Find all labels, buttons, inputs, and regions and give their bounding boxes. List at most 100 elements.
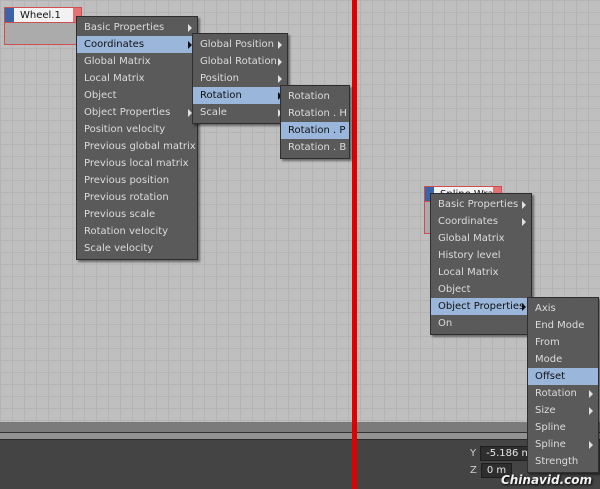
menu-item-rotation-h[interactable]: Rotation . H [281, 105, 349, 122]
menu-item-spline[interactable]: Spline [528, 436, 598, 453]
menu-item-label: Coordinates [438, 216, 499, 227]
menu-item-end-mode[interactable]: End Mode [528, 317, 598, 334]
menu-item-previous-global-matrix[interactable]: Previous global matrix [77, 138, 197, 155]
menu-item-label: Local Matrix [84, 73, 145, 84]
menu-item-from[interactable]: From [528, 334, 598, 351]
menu-item-label: Previous rotation [84, 192, 169, 203]
menu-item-position[interactable]: Position [193, 70, 287, 87]
menu-item-label: Strength [535, 456, 579, 467]
menu-item-scale[interactable]: Scale [193, 104, 287, 121]
menu-item-label: Previous global matrix [84, 141, 196, 152]
menu-item-rotation[interactable]: Rotation [528, 385, 598, 402]
menu-item-label: Global Rotation [200, 56, 277, 67]
menu-item-label: Previous position [84, 175, 170, 186]
menu-item-label: Rotation [288, 91, 330, 102]
menu-item-previous-rotation[interactable]: Previous rotation [77, 189, 197, 206]
menu-item-label: Global Matrix [438, 233, 505, 244]
submenu-arrow-icon [188, 24, 192, 32]
menu-item-global-matrix[interactable]: Global Matrix [431, 230, 531, 247]
submenu-arrow-icon [589, 441, 593, 449]
menu-item-global-position[interactable]: Global Position [193, 36, 287, 53]
menu-item-rotation[interactable]: Rotation [281, 88, 349, 105]
menu-item-rotation[interactable]: Rotation [193, 87, 287, 104]
menu-item-label: On [438, 318, 453, 329]
wheel-node-title: Wheel.1 [20, 9, 61, 21]
menu-item-label: Basic Properties [438, 199, 519, 210]
menu-item-on[interactable]: On [431, 315, 531, 332]
menu-item-object-properties[interactable]: Object Properties [431, 298, 531, 315]
menu-item-basic-properties[interactable]: Basic Properties [431, 196, 531, 213]
menu-item-history-level[interactable]: History level [431, 247, 531, 264]
menu-item-coordinates[interactable]: Coordinates [431, 213, 531, 230]
menu-item-label: Offset [535, 371, 566, 382]
menu-item-scale-velocity[interactable]: Scale velocity [77, 240, 197, 257]
submenu-arrow-icon [522, 303, 526, 311]
menu-item-label: Position [200, 73, 239, 84]
menu-item-global-matrix[interactable]: Global Matrix [77, 53, 197, 70]
menu-item-previous-local-matrix[interactable]: Previous local matrix [77, 155, 197, 172]
coordinates-submenu: Global Position Global Rotation Position Ro… [192, 33, 288, 124]
menu-item-rotation-b[interactable]: Rotation . B [281, 139, 349, 156]
menu-item-object[interactable]: Object [431, 281, 531, 298]
menu-item-label: Basic Properties [84, 22, 165, 33]
wheel-node-header[interactable]: Wheel.1 [5, 8, 81, 23]
menu-item-label: Previous local matrix [84, 158, 189, 169]
menu-item-coordinates[interactable]: Coordinates [77, 36, 197, 53]
menu-item-label: Rotation [535, 388, 577, 399]
menu-item-rotation-velocity[interactable]: Rotation velocity [77, 223, 197, 240]
menu-item-spline[interactable]: Spline [528, 419, 598, 436]
menu-item-label: Size [535, 405, 556, 416]
menu-item-label: Spline [535, 422, 566, 433]
z-axis-label: Z [470, 465, 477, 476]
submenu-arrow-icon [522, 201, 526, 209]
context-menu-spline-wrap: Basic Properties Coordinates Global Matrix… [430, 193, 532, 335]
menu-item-label: Axis [535, 303, 556, 314]
menu-item-label: End Mode [535, 320, 585, 331]
menu-item-position-velocity[interactable]: Position velocity [77, 121, 197, 138]
menu-item-local-matrix[interactable]: Local Matrix [431, 264, 531, 281]
menu-item-label: History level [438, 250, 501, 261]
timeline-scrollbar[interactable] [0, 433, 600, 440]
menu-item-label: Rotation . H [288, 108, 347, 119]
menu-item-label: Rotation velocity [84, 226, 169, 237]
menu-item-label: Local Matrix [438, 267, 499, 278]
timeline-bar[interactable] [0, 422, 600, 433]
menu-item-previous-scale[interactable]: Previous scale [77, 206, 197, 223]
rotation-submenu: Rotation Rotation . H Rotation . P Rotation… [280, 85, 350, 159]
menu-item-label: Object Properties [438, 301, 525, 312]
menu-item-object-properties[interactable]: Object Properties [77, 104, 197, 121]
submenu-arrow-icon [589, 407, 593, 415]
context-menu-main: Basic Properties Coordinates Global Matrix… [76, 16, 198, 260]
menu-item-label: Object [84, 90, 117, 101]
submenu-arrow-icon [522, 218, 526, 226]
menu-item-rotation-p[interactable]: Rotation . P [281, 122, 349, 139]
menu-item-label: Position velocity [84, 124, 166, 135]
menu-item-mode[interactable]: Mode [528, 351, 598, 368]
menu-item-label: Object Properties [84, 107, 171, 118]
object-properties-submenu: Axis End Mode From Mode Offset Rotation Size Sp… [527, 297, 599, 473]
submenu-arrow-icon [589, 390, 593, 398]
menu-item-strength[interactable]: Strength [528, 453, 598, 470]
menu-item-global-rotation[interactable]: Global Rotation [193, 53, 287, 70]
menu-item-label: Coordinates [84, 39, 145, 50]
node-connector-icon[interactable] [5, 8, 14, 22]
submenu-arrow-icon [278, 41, 282, 49]
menu-item-axis[interactable]: Axis [528, 300, 598, 317]
menu-item-previous-position[interactable]: Previous position [77, 172, 197, 189]
menu-item-object[interactable]: Object [77, 87, 197, 104]
menu-item-basic-properties[interactable]: Basic Properties [77, 19, 197, 36]
menu-item-label: Rotation [200, 90, 242, 101]
menu-item-label: Object [438, 284, 471, 295]
time-marker-line[interactable] [352, 0, 357, 489]
menu-item-size[interactable]: Size [528, 402, 598, 419]
menu-item-label: Rotation . P [288, 125, 346, 136]
wheel-node[interactable]: Wheel.1 [4, 7, 82, 45]
menu-item-local-matrix[interactable]: Local Matrix [77, 70, 197, 87]
watermark: Chinavid.com [500, 473, 592, 487]
menu-item-offset[interactable]: Offset [528, 368, 598, 385]
menu-item-label: Scale velocity [84, 243, 154, 254]
menu-item-label: Mode [535, 354, 563, 365]
menu-item-label: Scale [200, 107, 227, 118]
submenu-arrow-icon [278, 75, 282, 83]
menu-item-label: Global Matrix [84, 56, 151, 67]
